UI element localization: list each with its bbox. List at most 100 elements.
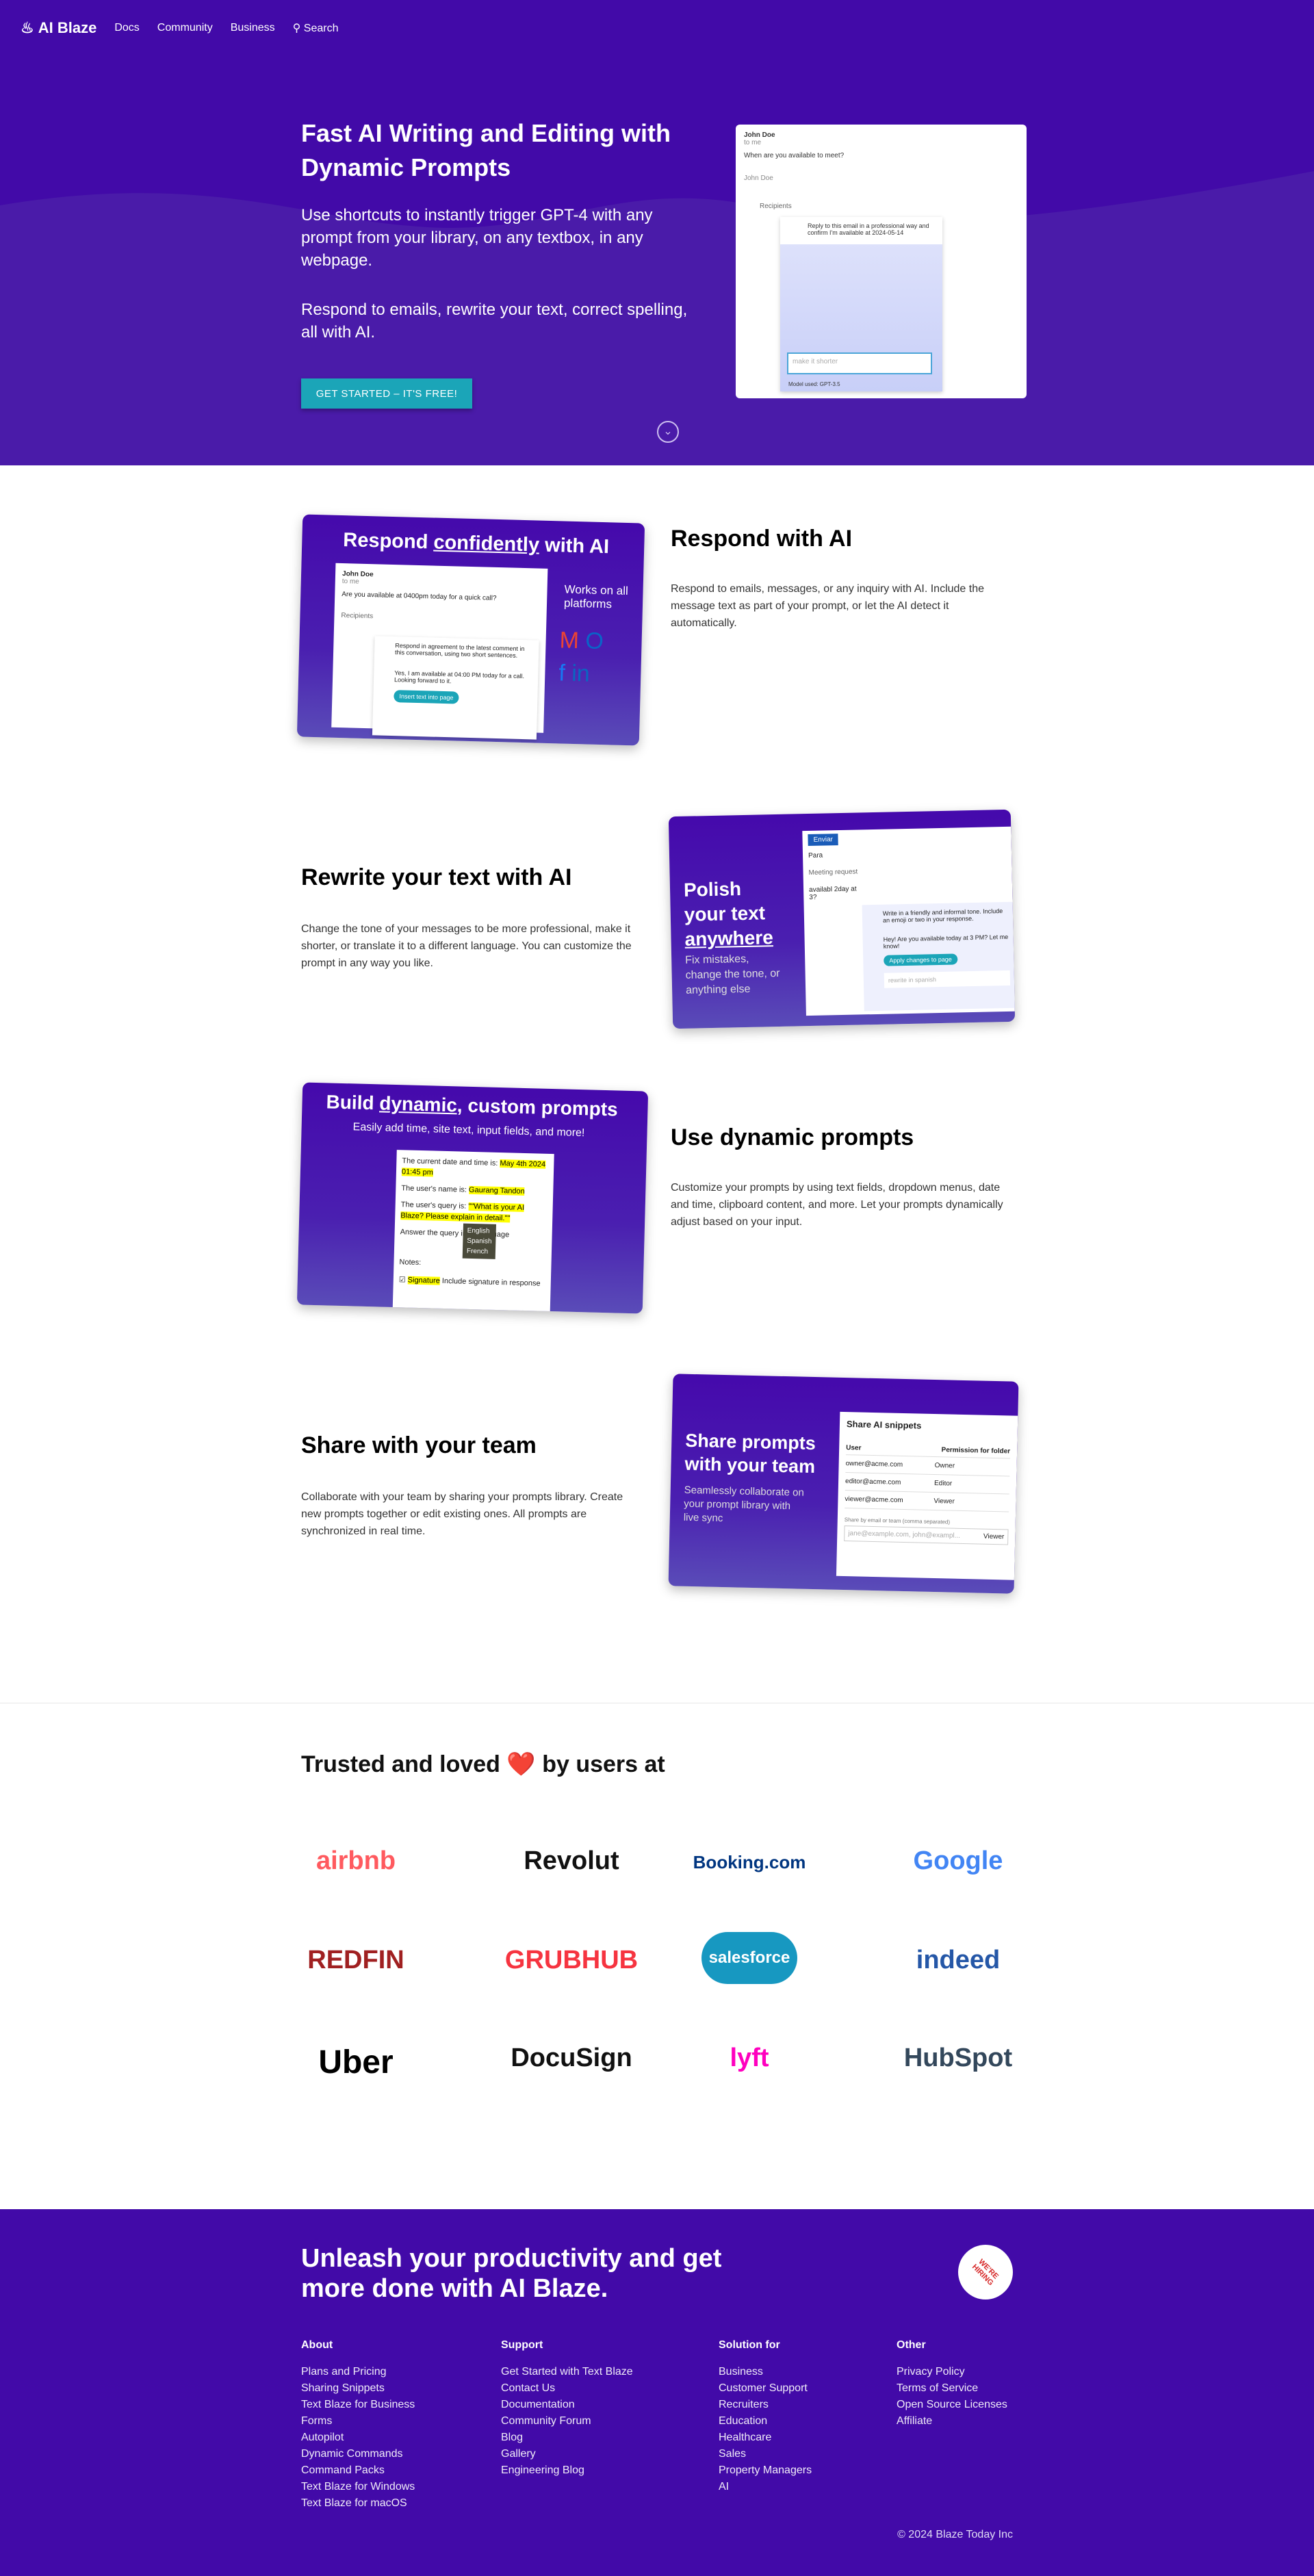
- flame-logo-icon: ♨: [21, 19, 34, 36]
- footer-link[interactable]: AI: [719, 2479, 812, 2495]
- footer-link[interactable]: Plans and Pricing: [301, 2364, 415, 2380]
- logo-uber: Uber: [318, 2044, 394, 2081]
- footer-link[interactable]: Education: [719, 2413, 812, 2430]
- feature-title: Share with your team: [301, 1432, 537, 1458]
- outlook-icon: O: [584, 628, 604, 655]
- nav-search[interactable]: ⚲ Search: [293, 21, 339, 35]
- card-headline: Build dynamic, custom prompts: [326, 1091, 619, 1120]
- hero-description: Use shortcuts to instantly trigger GPT-4…: [301, 206, 653, 270]
- nav-docs[interactable]: Docs: [114, 22, 139, 34]
- footer-column-heading: Support: [501, 2339, 543, 2351]
- language-dropdown: English Spanish French: [462, 1223, 497, 1259]
- feature-title: Respond with AI: [671, 526, 853, 552]
- footer-link[interactable]: Documentation: [501, 2397, 633, 2413]
- hiring-badge[interactable]: WE'RE HIRING: [949, 2236, 1022, 2308]
- card-headline: Polish your text anywhere: [683, 878, 774, 950]
- logo-indeed: indeed: [916, 1946, 1001, 1974]
- top-nav: ♨ AI Blaze Docs Community Business ⚲ Sear…: [21, 19, 338, 37]
- footer-link[interactable]: Text Blaze for Business: [301, 2397, 415, 2413]
- model-used: Model used: GPT-3.5: [788, 381, 840, 387]
- footer-link[interactable]: Text Blaze for Windows: [301, 2479, 415, 2495]
- footer-link[interactable]: Property Managers: [719, 2462, 812, 2479]
- feature-description: Respond to emails, messages, or any inqu…: [671, 583, 985, 629]
- hero-demo-screenshot: John Doe to me When are you available to m…: [736, 125, 1027, 398]
- email-compose-mockup: Enviar Para Meeting request availabl 2day a…: [802, 826, 1015, 1016]
- feature-description: Collaborate with your team by sharing yo…: [301, 1491, 623, 1537]
- footer-link[interactable]: Autopilot: [301, 2430, 415, 2446]
- email-signature: John Doe: [744, 175, 773, 182]
- footer-link[interactable]: Text Blaze for macOS: [301, 2495, 415, 2512]
- scroll-down-chevron-icon[interactable]: ⌄: [657, 421, 679, 443]
- email-to: to me: [744, 139, 762, 146]
- brand-logo[interactable]: ♨ AI Blaze: [21, 19, 96, 37]
- linkedin-icon: in: [571, 660, 591, 687]
- dynamic-prompts-feature-image: Build dynamic, custom prompts Easily add…: [296, 1082, 649, 1314]
- logo-hubspot: HubSpot: [903, 2044, 1013, 2072]
- footer-title: Unleash your productivity and get more d…: [301, 2244, 722, 2303]
- footer-column-support: Support Get Started with Text Blaze Contac…: [501, 2339, 633, 2479]
- footer-link[interactable]: Customer Support: [719, 2380, 812, 2397]
- prompt-input[interactable]: make it shorter: [787, 352, 932, 374]
- respond-feature-image: Respond confidently with AI Works on all…: [296, 514, 645, 746]
- card-subtitle: Fix mistakes, change the tone, or anythi…: [685, 953, 780, 996]
- footer-column-heading: Solution for: [719, 2339, 780, 2351]
- copyright: © 2024 Blaze Today Inc: [897, 2529, 1013, 2540]
- rewrite-feature-image: Polish your text anywhere Fix mistakes, ch…: [668, 809, 1016, 1029]
- hero-subdescription: Respond to emails, rewrite your text, co…: [301, 300, 688, 342]
- footer-link[interactable]: Community Forum: [501, 2413, 633, 2430]
- platform-icons: M Of in: [558, 623, 635, 691]
- logo-docusign: DocuSign: [511, 2044, 632, 2072]
- insert-text-button: Insert text into page: [394, 690, 459, 704]
- footer-link[interactable]: Gallery: [501, 2446, 633, 2462]
- prompt-form-mockup: The current date and time is: May 4th 20…: [392, 1150, 554, 1314]
- footer-link[interactable]: Open Source Licenses: [897, 2397, 1007, 2413]
- footer-link[interactable]: Affiliate: [897, 2413, 1007, 2430]
- get-started-button[interactable]: GET STARTED – IT'S FREE!: [301, 378, 472, 409]
- footer-link[interactable]: Sharing Snippets: [301, 2380, 415, 2397]
- feature-title: Use dynamic prompts: [671, 1124, 914, 1150]
- feature-description: Customize your prompts by using text fie…: [671, 1182, 1003, 1228]
- email-mockup: John Doe to me Are you available at 0400pm…: [331, 563, 548, 740]
- footer-link[interactable]: Recruiters: [719, 2397, 812, 2413]
- footer-column-other: Other Privacy Policy Terms of Service Open …: [897, 2339, 1007, 2430]
- logo-salesforce: salesforce: [701, 1932, 797, 1984]
- feature-title: Rewrite your text with AI: [301, 864, 572, 890]
- nav-community[interactable]: Community: [157, 22, 213, 34]
- footer-link[interactable]: Forms: [301, 2413, 415, 2430]
- card-subtitle: Seamlessly collaborate on your prompt li…: [683, 1484, 804, 1525]
- nav-business[interactable]: Business: [231, 22, 275, 34]
- footer-link[interactable]: Healthcare: [719, 2430, 812, 2446]
- card-headline: Share prompts with your team: [684, 1430, 816, 1478]
- footer-link[interactable]: Business: [719, 2364, 812, 2380]
- email-sender: John Doe: [744, 131, 775, 139]
- share-feature-image: Share prompts with your team Seamlessly c…: [668, 1374, 1019, 1594]
- gmail-icon: M: [559, 627, 580, 654]
- logo-grubhub: GRUBHUB: [504, 1946, 639, 1974]
- footer-link[interactable]: Privacy Policy: [897, 2364, 1007, 2380]
- footer-column-about: About Plans and Pricing Sharing Snippets Te…: [301, 2339, 415, 2512]
- footer-link[interactable]: Get Started with Text Blaze: [501, 2364, 633, 2380]
- footer-link[interactable]: Sales: [719, 2446, 812, 2462]
- share-dialog-mockup: Share AI snippets User Permission for fol…: [836, 1411, 1018, 1580]
- logo-redfin: REDFIN: [307, 1946, 404, 1974]
- footer-column-heading: About: [301, 2339, 333, 2351]
- email-body: When are you available to meet?: [744, 152, 845, 159]
- footer-link[interactable]: Dynamic Commands: [301, 2446, 415, 2462]
- logo-google: Google: [913, 1846, 1003, 1875]
- logo-revolut: Revolut: [524, 1846, 619, 1875]
- logo-bookingcom: Booking.com: [693, 1852, 806, 1872]
- hero-section: ♨ AI Blaze Docs Community Business ⚲ Sear…: [0, 0, 1314, 465]
- footer-link[interactable]: Terms of Service: [897, 2380, 1007, 2397]
- hero-title: Fast AI Writing and Editing with Dynamic…: [301, 119, 671, 181]
- footer-link[interactable]: Engineering Blog: [501, 2462, 633, 2479]
- facebook-icon: f: [558, 660, 566, 686]
- card-headline: Respond confidently with AI: [342, 529, 610, 558]
- popup-prompt: Reply to this email in a professional wa…: [808, 222, 929, 236]
- footer-link[interactable]: Contact Us: [501, 2380, 633, 2397]
- footer: Unleash your productivity and get more d…: [0, 2209, 1314, 2576]
- footer-link[interactable]: Blog: [501, 2430, 633, 2446]
- trusted-heading: Trusted and loved ❤️ by users at: [301, 1751, 665, 1777]
- heart-icon: ❤️: [506, 1751, 536, 1777]
- logo-lyft: lyft: [730, 2044, 769, 2072]
- footer-link[interactable]: Command Packs: [301, 2462, 415, 2479]
